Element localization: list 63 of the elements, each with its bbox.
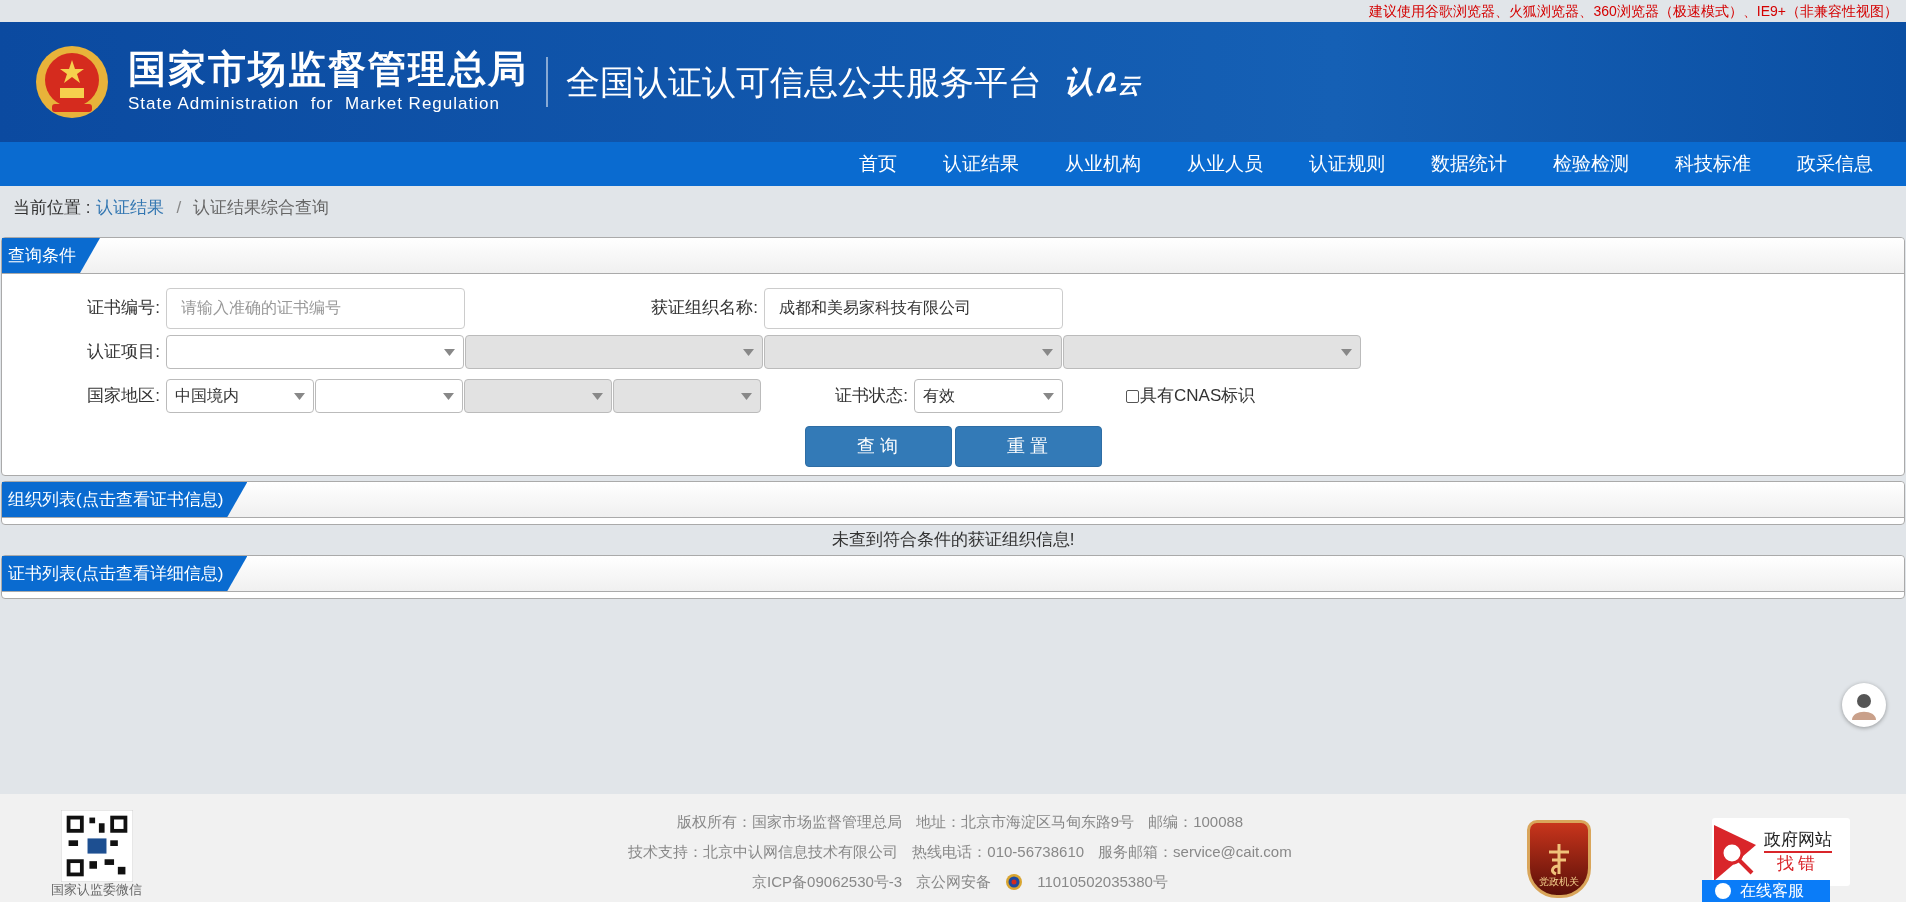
footer-text: 服务邮箱：service@cait.com (1098, 841, 1292, 862)
caret-icon (743, 348, 754, 356)
nav-link[interactable]: 首页 (836, 142, 920, 186)
footer-text: 地址：北京市海淀区马甸东路9号 (915, 811, 1135, 832)
online-service-button[interactable]: 在线客服 (1702, 880, 1830, 902)
assistant-avatar[interactable] (1842, 683, 1886, 727)
nav-link[interactable]: 数据统计 (1408, 142, 1530, 186)
cnas-checkbox[interactable]: 具有CNAS标识 (1126, 383, 1256, 409)
chat-icon (1714, 883, 1732, 899)
agency-name: 国家市场监督管理总局 (128, 47, 528, 92)
footer-text: 热线电话：010-56738610 (912, 841, 1085, 862)
breadcrumb-label: 当前位置 : (13, 197, 91, 220)
section-title: 组织列表(点击查看证书信息) (2, 482, 248, 517)
empty-message: 未查到符合条件的获证组织信息! (831, 529, 1075, 552)
agency-english-name: State Administration for Market Regulation (128, 93, 501, 116)
footer-text: 版权所有：国家市场监督管理总局 (676, 811, 902, 832)
checkbox[interactable] (1126, 389, 1139, 403)
nav-link[interactable]: 从业人员 (1164, 142, 1286, 186)
field-label: 认证项目: (86, 341, 161, 364)
caret-icon (294, 392, 305, 400)
reset-button[interactable]: 重 置 (954, 426, 1102, 467)
dropdown[interactable]: 有效 (914, 379, 1063, 413)
breadcrumb-current: 认证结果综合查询 (193, 197, 330, 220)
footer-text: 技术支持：北京中认网信息技术有限公司 (628, 841, 899, 862)
magnifier-icon (1712, 823, 1758, 881)
nav-link[interactable]: 从业机构 (1042, 142, 1164, 186)
nav-link[interactable]: 政采信息 (1774, 142, 1896, 186)
field-label: 国家地区: (86, 385, 161, 408)
section-title: 证书列表(点击查看详细信息) (2, 556, 248, 591)
caret-icon (1043, 392, 1054, 400)
breadcrumb-separator: / (176, 197, 182, 220)
emblem-icon (34, 44, 110, 120)
field-label: 获证组织名称: (650, 297, 759, 320)
caret-icon (443, 392, 454, 400)
party-badge[interactable]: 党政机关 (1527, 820, 1591, 898)
footer-text: 京ICP备09062530号-3 (752, 871, 903, 892)
section-title: 查询条件 (2, 238, 100, 273)
field-label: 证书编号: (86, 297, 161, 320)
organization-name-field[interactable]: 成都和美易家科技有限公司 (764, 287, 1063, 329)
nav-link[interactable]: 检验检测 (1530, 142, 1652, 186)
caret-icon (444, 348, 455, 356)
certificate-number-field[interactable]: 请输入准确的证书编号 (166, 287, 465, 329)
qr-caption: 国家认监委微信 (51, 883, 142, 897)
caret-icon (592, 392, 603, 400)
dropdown[interactable] (166, 335, 464, 369)
nav-link[interactable]: 认证规则 (1286, 142, 1408, 186)
dropdown[interactable] (315, 379, 463, 413)
caret-icon (1341, 348, 1352, 356)
nav-link[interactable]: 科技标准 (1652, 142, 1774, 186)
search-button[interactable]: 查 询 (804, 426, 952, 467)
nav-link[interactable]: 认证结果 (920, 142, 1042, 186)
platform-logo: 认 云 (1064, 67, 1140, 97)
police-emblem-icon (1005, 873, 1024, 891)
breadcrumb-link[interactable]: 认证结果 (96, 195, 165, 221)
dropdown[interactable]: 中国境内 (166, 379, 314, 413)
platform-title: 全国认证认可信息公共服务平台 (566, 61, 1042, 103)
footer-text: 京公网安备 (916, 871, 992, 892)
caret-icon (1042, 348, 1053, 356)
footer-text: 邮编：100088 (1148, 811, 1244, 832)
caret-icon (741, 392, 752, 400)
footer-text: 11010502035380号 (1037, 871, 1168, 892)
field-label: 证书状态: (834, 385, 909, 408)
browser-notice: 建议使用谷歌浏览器、火狐浏览器、360浏览器（极速模式）、IE9+（非兼容性视图） (1369, 1, 1898, 21)
